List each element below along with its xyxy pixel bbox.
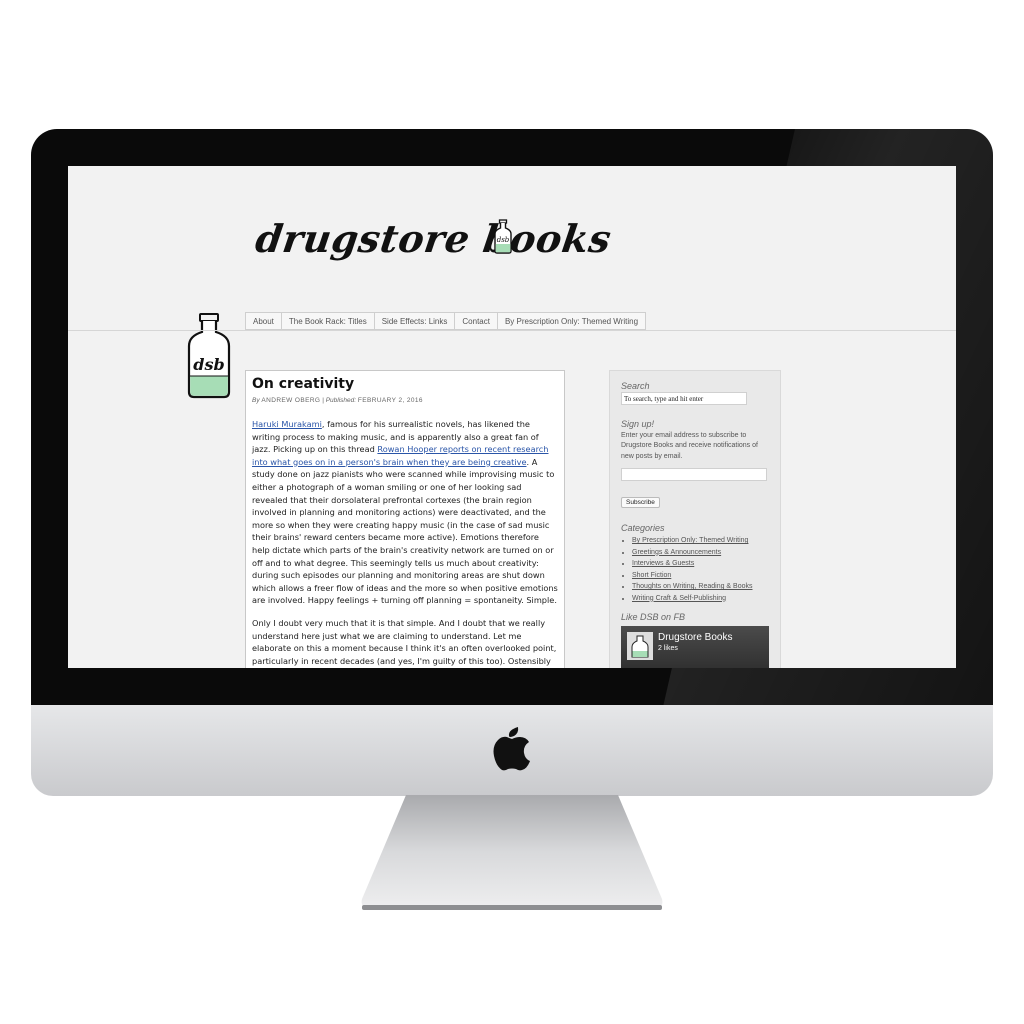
murakami-link[interactable]: Haruki Murakami xyxy=(252,419,322,429)
small-bottle-logo-icon: dsb xyxy=(494,219,512,254)
nav-divider xyxy=(68,330,956,331)
nav-item-side-effects[interactable]: Side Effects: Links xyxy=(373,312,455,330)
list-item: Short Fiction xyxy=(632,570,769,582)
list-item: By Prescription Only: Themed Writing xyxy=(632,535,769,547)
search-widget-title: Search xyxy=(621,381,650,391)
nav-item-prescription[interactable]: By Prescription Only: Themed Writing xyxy=(496,312,647,330)
nav-item-contact[interactable]: Contact xyxy=(454,312,497,330)
category-link[interactable]: Writing Craft & Self-Publishing xyxy=(632,595,726,602)
nav-item-about[interactable]: About xyxy=(245,312,281,330)
post-meta: By ANDREW OBERG | Published: FEBRUARY 2,… xyxy=(252,397,558,404)
list-item: Thoughts on Writing, Reading & Books xyxy=(632,581,769,593)
category-link[interactable]: Interviews & Guests xyxy=(632,560,694,567)
category-link[interactable]: Short Fiction xyxy=(632,572,671,579)
small-bottle-label: dsb xyxy=(497,236,510,244)
browser-viewport: drugstore books dsb dsb About The Book R… xyxy=(68,166,956,668)
fb-likes-count: 2 likes xyxy=(658,645,678,653)
small-bottle-icon xyxy=(631,635,649,658)
email-field[interactable] xyxy=(621,468,767,482)
post-published-label: Published: xyxy=(325,397,357,404)
fb-page-thumbnail xyxy=(627,632,653,661)
nav-item-book-rack[interactable]: The Book Rack: Titles xyxy=(280,312,374,330)
categories-list: By Prescription Only: Themed Writing Gre… xyxy=(621,535,769,604)
post-author[interactable]: ANDREW OBERG xyxy=(261,397,320,404)
main-nav: About The Book Rack: Titles Side Effects… xyxy=(245,312,647,330)
list-item: Writing Craft & Self-Publishing xyxy=(632,593,769,605)
site-logo-text[interactable]: drugstore books xyxy=(253,216,614,261)
post-article: On creativity By ANDREW OBERG | Publishe… xyxy=(245,370,565,668)
bottle-logo-icon: dsb xyxy=(187,313,231,399)
subscribe-button[interactable]: Subscribe xyxy=(621,497,660,509)
list-item: Interviews & Guests xyxy=(632,558,769,570)
fb-like-box[interactable]: Drugstore Books 2 likes xyxy=(621,626,769,668)
category-link[interactable]: Thoughts on Writing, Reading & Books xyxy=(632,583,753,590)
categories-title: Categories xyxy=(621,523,665,534)
list-item: Greetings & Announcements xyxy=(632,547,769,559)
paragraph-text: . A study done on jazz pianists who were… xyxy=(252,456,558,606)
signup-widget-title: Sign up! xyxy=(621,419,655,429)
post-title[interactable]: On creativity xyxy=(252,376,558,392)
post-date: FEBRUARY 2, 2016 xyxy=(357,397,423,404)
signup-description: Enter your email address to subscribe to… xyxy=(621,432,758,460)
fb-page-name[interactable]: Drugstore Books xyxy=(658,632,732,643)
post-paragraph: Haruki Murakami, famous for his surreali… xyxy=(252,418,558,607)
post-body: Haruki Murakami, famous for his surreali… xyxy=(252,418,558,667)
big-bottle-label: dsb xyxy=(193,355,224,374)
category-link[interactable]: By Prescription Only: Themed Writing xyxy=(632,537,748,544)
fb-widget-title: Like DSB on FB xyxy=(621,612,686,623)
meta-separator: | xyxy=(322,397,324,404)
sidebar: Search To search, type and hit enter Sig… xyxy=(609,370,781,668)
apple-logo-icon xyxy=(493,727,530,771)
category-link[interactable]: Greetings & Announcements xyxy=(632,549,721,556)
post-paragraph: Only I doubt very much that it is that s… xyxy=(252,617,557,666)
post-by-label: By xyxy=(252,397,260,404)
search-input[interactable]: To search, type and hit enter xyxy=(621,392,747,405)
monitor-stand xyxy=(361,795,663,910)
